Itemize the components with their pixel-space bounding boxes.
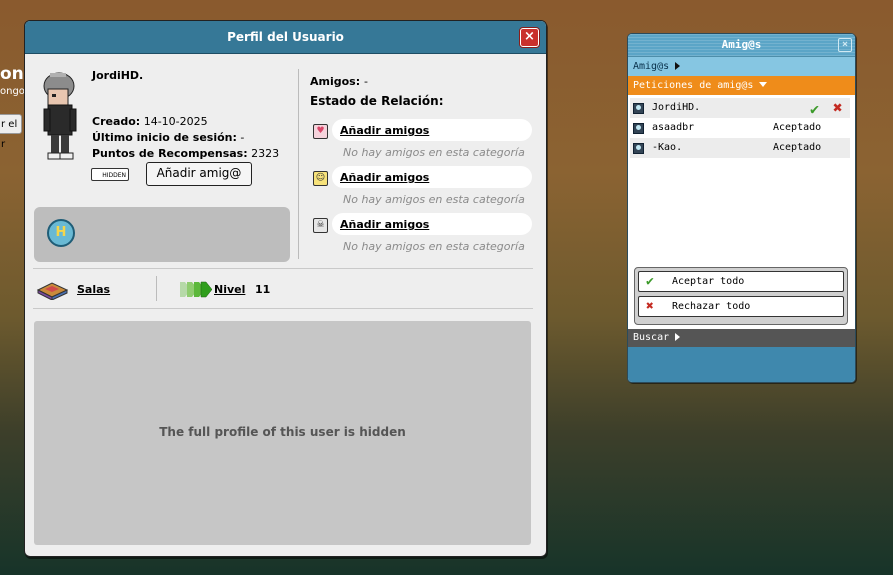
reject-all-label: Rechazar todo [672,301,751,312]
friends-count: Amigos: - [310,75,368,88]
empty-category-text: No hay amigos en esta categoría [343,193,525,206]
add-friend-button[interactable]: Añadir amig@ [146,162,252,186]
background-subtext: ongo [0,86,25,97]
user-head-icon [633,143,644,154]
background-button[interactable]: r el r [0,114,22,150]
empty-category-text: No hay amigos en esta categoría [343,240,525,253]
list-item[interactable]: JordiHD. ✔ ✖ [630,98,850,118]
heart-icon: ♥ [313,124,328,139]
divider [156,276,157,301]
accept-all-button[interactable]: ✔ Aceptar todo [638,271,844,292]
hidden-profile-panel: The full profile of this user is hidden [34,321,531,545]
rooms-icon [36,282,69,300]
accept-icon[interactable]: ✔ [810,99,819,119]
request-status: Aceptado [773,122,822,133]
request-name: asaadbr [652,122,695,133]
username: JordiHD. [92,69,144,82]
chevron-down-icon [759,82,768,87]
request-name: -Kao. [652,142,683,153]
reject-all-button[interactable]: ✖ Rechazar todo [638,296,844,317]
profile-header[interactable]: Perfil del Usuario × [25,21,546,54]
cross-icon: ✖ [646,299,654,314]
empty-category-text: No hay amigos en esta categoría [343,146,525,159]
tab-friends-label: Amig@s [633,61,670,72]
user-head-icon [633,123,644,134]
profile-info: Creado: 14-10-2025 Último inicio de sesi… [92,114,279,162]
close-icon[interactable]: × [838,38,852,52]
rewards-value: 2323 [251,147,280,160]
divider [298,69,299,259]
request-name: JordiHD. [652,102,701,113]
add-friends-link[interactable]: Añadir amigos [340,124,429,137]
hidden-profile-message: The full profile of this user is hidden [159,425,406,439]
friends-title: Amig@s [721,38,762,51]
request-status: Aceptado [773,142,822,153]
avatar [43,72,77,160]
rooms-link[interactable]: Salas [77,283,110,296]
search-label: Buscar [633,332,670,343]
user-profile-window: Perfil del Usuario × JordiHD. Creado: 14… [24,20,547,557]
friends-label: Amigos: [310,75,361,88]
friends-window: Amig@s × Amig@s Peticiones de amig@s Jor… [627,33,856,383]
friends-footer [628,347,855,382]
last-login-label: Último inicio de sesión: [92,131,237,144]
hc-badge-icon[interactable]: H [47,219,75,247]
check-icon: ✔ [646,274,654,289]
smile-icon: ☺ [313,171,328,186]
requests-list: JordiHD. ✔ ✖ asaadbr Aceptado -Kao. Acep… [628,98,855,158]
list-item[interactable]: -Kao. Aceptado [630,138,850,158]
add-friends-link[interactable]: Añadir amigos [340,171,429,184]
hidden-badge: HIDDEN [91,168,129,181]
chevron-right-icon [675,333,681,341]
friends-value: - [363,75,368,88]
level-value: 11 [255,283,271,296]
user-head-icon [633,103,644,114]
bulk-actions: ✔ Aceptar todo ✖ Rechazar todo [634,267,848,325]
chevron-right-icon [675,62,681,70]
add-friends-link[interactable]: Añadir amigos [340,218,429,231]
tab-friend-requests[interactable]: Peticiones de amig@s [628,76,855,95]
created-label: Creado: [92,115,141,128]
close-icon[interactable]: × [520,28,539,47]
friends-header[interactable]: Amig@s × [628,34,855,56]
divider [33,268,533,269]
tab-requests-label: Peticiones de amig@s [633,80,754,91]
search-toggle[interactable]: Buscar [628,329,855,347]
rewards-label: Puntos de Recompensas: [92,147,248,160]
level-icon [180,281,212,298]
profile-title: Perfil del Usuario [227,30,344,44]
relationship-title: Estado de Relación: [310,94,444,108]
skull-icon: ☠ [313,218,328,233]
list-item[interactable]: asaadbr Aceptado [630,118,850,138]
tab-friends[interactable]: Amig@s [628,56,855,76]
last-login-value: - [240,131,245,144]
created-value: 14-10-2025 [143,115,208,128]
divider [33,308,533,309]
badges-panel: H [34,207,290,262]
level-link[interactable]: Nivel [214,283,245,296]
reject-icon[interactable]: ✖ [833,98,843,118]
accept-all-label: Aceptar todo [672,276,745,287]
